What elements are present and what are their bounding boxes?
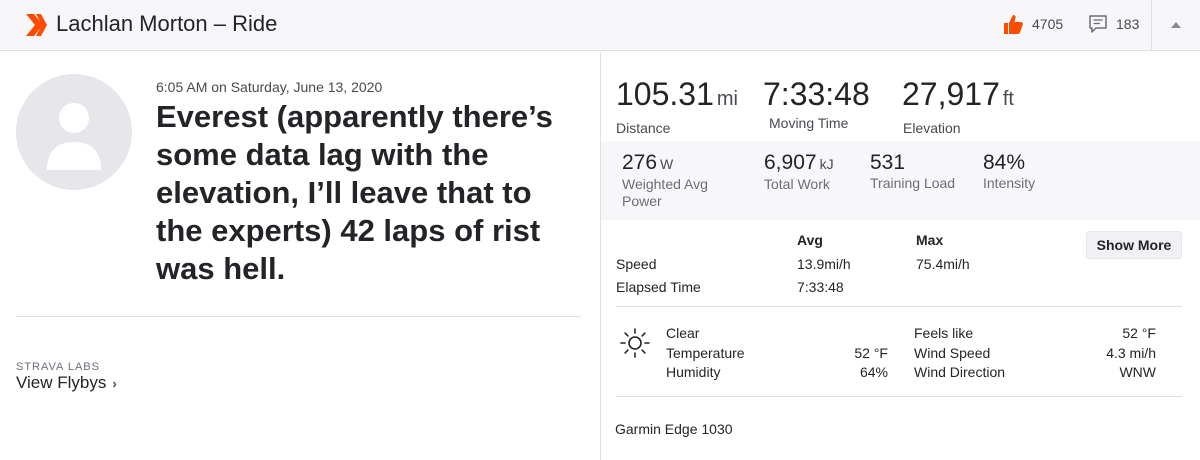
stat-elevation: 27,917 ft Elevation: [902, 76, 1014, 136]
stat-moving-time: 7:33:48 Moving Time: [763, 76, 870, 131]
athlete-avatar[interactable]: [16, 74, 132, 190]
activity-header: Lachlan Morton – Ride 4705 183: [0, 0, 1200, 51]
user-avatar-icon: [47, 103, 101, 170]
stat-value: 84%: [983, 151, 1026, 174]
divider: [616, 306, 1182, 307]
stat-label: Training Load: [870, 175, 956, 191]
column-header-avg: Avg: [797, 232, 823, 248]
stat-value: 7:33:48: [763, 76, 870, 112]
view-flybys-link[interactable]: View Flybys ›: [16, 373, 117, 393]
strava-logo-icon[interactable]: [24, 13, 48, 37]
stat-label: Total Work: [764, 176, 830, 192]
activity-summary: 6:05 AM on Saturday, June 13, 2020 Evere…: [0, 52, 600, 460]
kudos-count: 4705: [1032, 16, 1064, 32]
stat-label: Weighted Avg Power: [622, 176, 708, 209]
temperature-label: Temperature: [666, 345, 745, 361]
view-flybys-label: View Flybys: [16, 373, 107, 392]
stat-distance: 105.31 mi Distance: [616, 76, 738, 136]
stat-label: Intensity: [983, 175, 1036, 191]
stat-total-work: 6,907 kJ Total Work: [764, 151, 834, 193]
stat-label: Moving Time: [769, 115, 849, 131]
column-divider: [600, 52, 601, 460]
kudos-button[interactable]: 4705: [1002, 13, 1063, 35]
stat-weighted-power: 276 W Weighted Avg Power: [622, 151, 732, 210]
divider: [16, 316, 581, 317]
stat-unit: kJ: [819, 156, 834, 172]
page-title: Lachlan Morton – Ride: [56, 11, 278, 36]
humidity-value: 64%: [859, 364, 888, 380]
weather-condition: Clear: [666, 325, 700, 341]
stat-unit: mi: [716, 88, 738, 110]
comment-bubble-icon: [1089, 15, 1107, 33]
stat-label: Distance: [616, 120, 671, 136]
caret-up-icon[interactable]: [1168, 18, 1184, 32]
column-header-max: Max: [916, 232, 944, 248]
row-avg: 13.9mi/h: [797, 256, 851, 272]
sun-icon: [620, 328, 650, 358]
activity-datetime: 6:05 AM on Saturday, June 13, 2020: [156, 79, 383, 95]
strava-labs-caption: STRAVA LABS: [16, 361, 100, 373]
stat-value: 531: [870, 151, 906, 174]
chevron-right-icon: ›: [112, 375, 117, 391]
row-max: 75.4mi/h: [916, 256, 970, 272]
stat-value: 6,907: [764, 151, 817, 174]
show-more-button[interactable]: Show More: [1086, 231, 1182, 259]
wind-direction-value: WNW: [1119, 364, 1156, 380]
wind-direction-label: Wind Direction: [914, 364, 1006, 380]
comments-button[interactable]: 183: [1088, 14, 1139, 34]
row-label: Elapsed Time: [616, 279, 701, 295]
activity-name: Everest (apparently there’s some data la…: [156, 99, 553, 286]
temperature-value: 52 °F: [854, 345, 888, 361]
feels-like-label: Feels like: [914, 325, 974, 341]
stat-intensity: 84% Intensity: [983, 151, 1035, 192]
stat-training-load: 531 Training Load: [870, 151, 955, 192]
comment-count: 183: [1116, 16, 1140, 32]
stat-value: 105.31: [616, 76, 714, 112]
wind-speed-value: 4.3 mi/h: [1106, 345, 1156, 361]
divider: [616, 396, 1182, 397]
stat-label: Elevation: [903, 120, 961, 136]
stat-unit: W: [660, 156, 674, 172]
wind-speed-label: Wind Speed: [914, 345, 991, 361]
stat-value: 27,917: [902, 76, 1000, 112]
header-divider: [1151, 0, 1152, 51]
thumbs-up-icon: [1004, 15, 1023, 34]
feels-like-value: 52 °F: [1122, 325, 1156, 341]
stat-unit: ft: [1002, 88, 1014, 110]
secondary-stats-panel: 276 W Weighted Avg Power 6,907 kJ Total Wo…: [601, 141, 1200, 220]
device-name: Garmin Edge 1030: [615, 421, 733, 437]
weather-panel: Clear Temperature 52 °F Humidity 64% Fee…: [601, 322, 1200, 382]
stat-value: 276: [622, 151, 658, 174]
row-label: Speed: [616, 256, 657, 272]
humidity-label: Humidity: [666, 364, 721, 380]
row-avg: 7:33:48: [797, 279, 844, 295]
